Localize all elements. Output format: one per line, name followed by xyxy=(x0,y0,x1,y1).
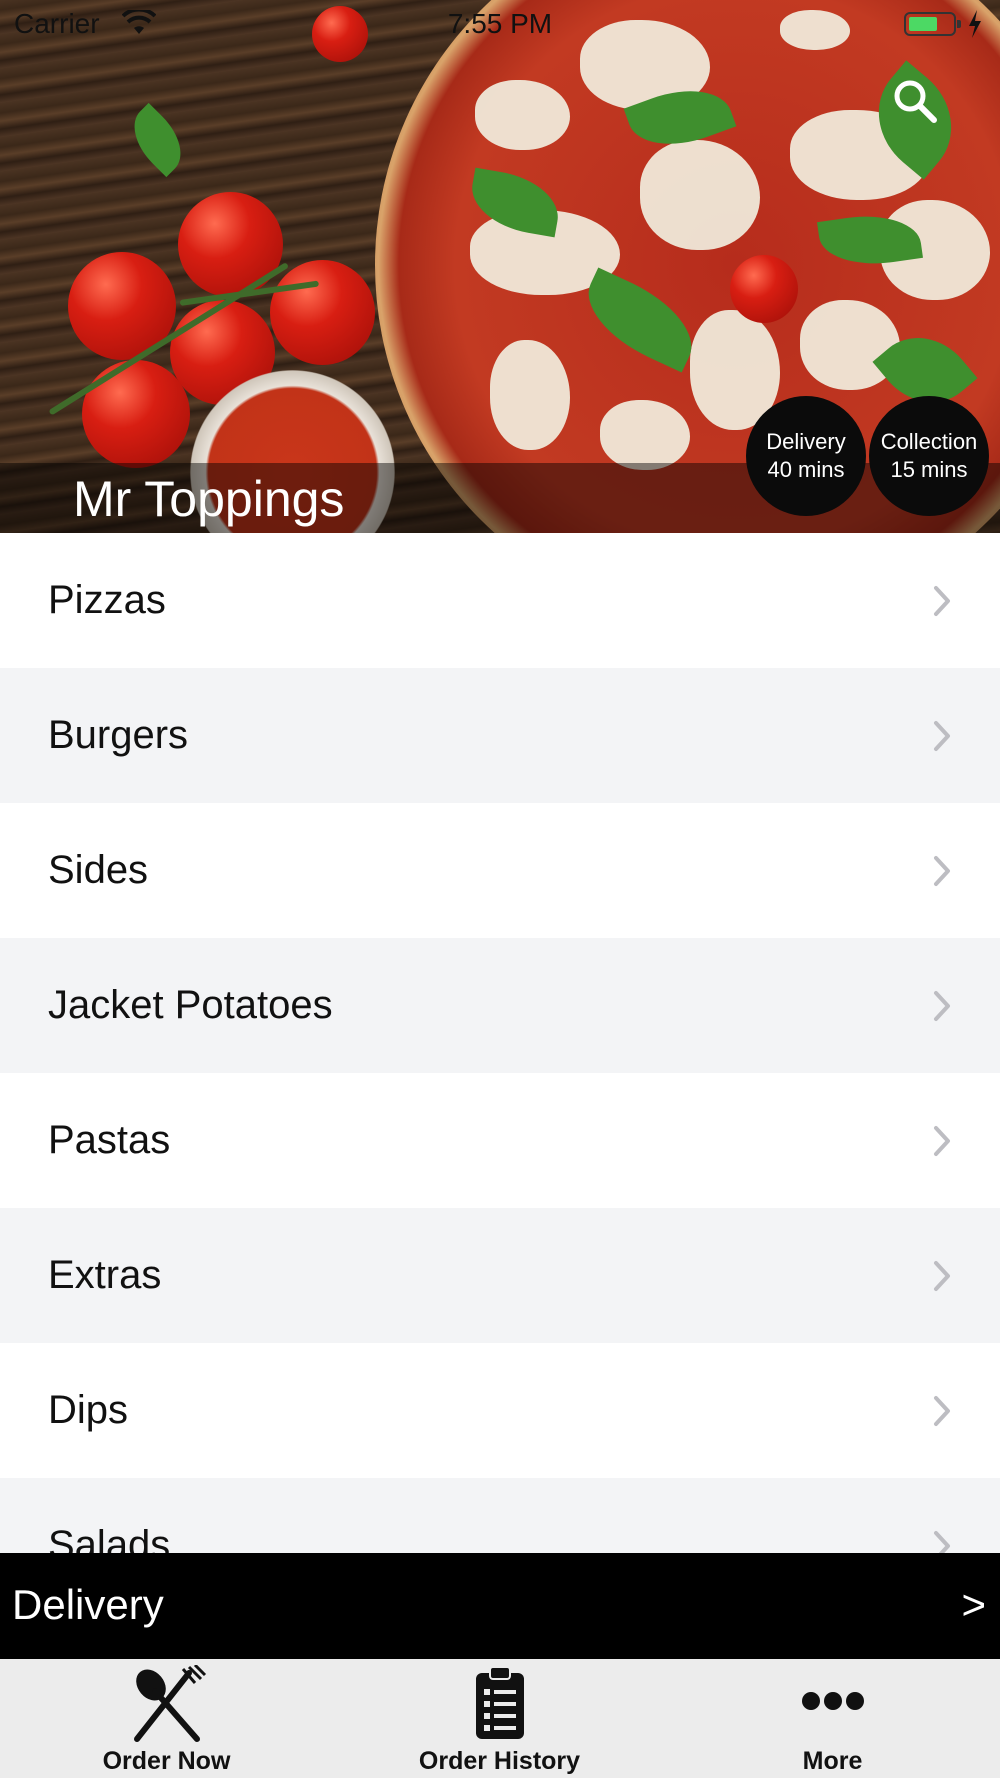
cheese-blob xyxy=(640,140,760,250)
tab-order-now[interactable]: Order Now xyxy=(0,1659,333,1778)
category-row-sides[interactable]: Sides xyxy=(0,803,1000,938)
clipboard-list-icon xyxy=(475,1666,524,1739)
cheese-blob xyxy=(600,400,690,470)
category-row-pastas[interactable]: Pastas xyxy=(0,1073,1000,1208)
status-time: 7:55 PM xyxy=(447,8,553,39)
collection-badge-label: Collection xyxy=(880,429,978,454)
cheese-blob xyxy=(490,340,570,450)
delivery-mode-label: Delivery xyxy=(12,1581,164,1628)
delivery-badge-time: 40 mins xyxy=(767,457,845,482)
category-label: Pastas xyxy=(48,1118,171,1162)
delivery-mode-arrow: > xyxy=(961,1581,986,1628)
chevron-right-icon xyxy=(934,1530,950,1553)
delivery-mode-bar[interactable]: Delivery > xyxy=(0,1553,1000,1659)
fork-knife-icon xyxy=(133,1665,206,1742)
category-row-pizzas[interactable]: Pizzas xyxy=(0,533,1000,668)
chevron-right-icon xyxy=(934,1125,950,1156)
chevron-right-icon xyxy=(934,855,950,886)
tomato xyxy=(178,192,283,297)
more-dots-icon xyxy=(801,1692,864,1710)
status-bar: Carrier 7:55 PM xyxy=(0,0,1000,50)
tab-label: Order History xyxy=(418,1747,581,1775)
tomato xyxy=(270,260,375,365)
tomato xyxy=(730,255,798,323)
chevron-right-icon xyxy=(934,990,950,1021)
tab-order-history[interactable]: Order History xyxy=(333,1659,666,1778)
category-row-dips[interactable]: Dips xyxy=(0,1343,1000,1478)
tab-label: Order Now xyxy=(102,1747,231,1775)
category-row-salads[interactable]: Salads xyxy=(0,1478,1000,1553)
chevron-right-icon xyxy=(934,1395,950,1426)
category-label: Burgers xyxy=(48,713,189,757)
category-label: Jacket Potatoes xyxy=(48,983,333,1027)
store-name: Mr Toppings xyxy=(73,471,345,527)
search-icon[interactable] xyxy=(890,76,938,124)
tab-label: More xyxy=(802,1747,863,1775)
category-row-jacket-potatoes[interactable]: Jacket Potatoes xyxy=(0,938,1000,1073)
collection-time-badge: Collection 15 mins xyxy=(869,396,989,516)
cheese-blob xyxy=(475,80,570,150)
tomato xyxy=(82,360,190,468)
category-row-extras[interactable]: Extras xyxy=(0,1208,1000,1343)
category-label: Dips xyxy=(48,1388,129,1432)
tab-more[interactable]: More xyxy=(666,1659,999,1778)
delivery-time-badge: Delivery 40 mins xyxy=(746,396,866,516)
collection-badge-time: 15 mins xyxy=(890,457,968,482)
category-label: Sides xyxy=(48,848,149,892)
delivery-badge-label: Delivery xyxy=(766,429,846,454)
battery-icon xyxy=(904,12,961,36)
tab-bar: Order Now Order History More xyxy=(0,1659,1000,1778)
basil-leaf xyxy=(120,102,195,178)
chevron-right-icon xyxy=(934,720,950,751)
category-label: Salads xyxy=(48,1523,171,1553)
category-label: Extras xyxy=(48,1253,162,1297)
category-row-burgers[interactable]: Burgers xyxy=(0,668,1000,803)
category-label: Pizzas xyxy=(48,578,166,622)
charging-bolt-icon xyxy=(969,10,981,38)
chevron-right-icon xyxy=(934,585,950,616)
chevron-right-icon xyxy=(934,1260,950,1291)
menu-category-list: Pizzas Burgers Sides Jacket Potatoes Pas… xyxy=(0,533,1000,1553)
